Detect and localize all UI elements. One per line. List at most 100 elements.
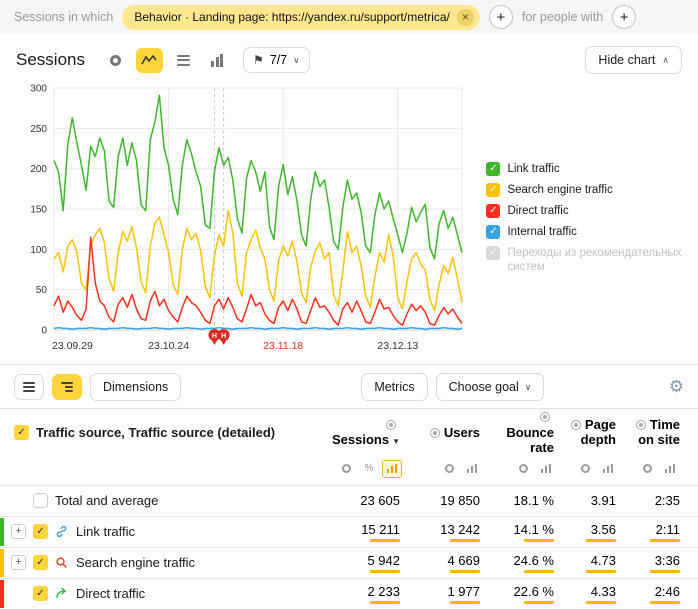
report-table: Dimensions Metrics Choose goal ∨ ⚙ ✓ Tra…: [0, 364, 698, 609]
metric-value: 15 211: [324, 522, 416, 542]
svg-text:150: 150: [30, 205, 47, 216]
column-header-sessions[interactable]: Sessions▼: [324, 417, 416, 448]
column-header-page-depth[interactable]: Page depth: [570, 417, 632, 448]
page-depth-display-toggles: [570, 460, 632, 478]
metric-value: 1 977: [416, 584, 496, 604]
expand-row-button[interactable]: +: [11, 555, 26, 570]
legend-checkbox[interactable]: ✓: [486, 183, 500, 197]
bars-toggle-icon[interactable]: [382, 460, 402, 478]
stacked-chart-type-button[interactable]: [170, 48, 197, 73]
row-color-strip: [0, 549, 4, 577]
column-header-bounce-rate[interactable]: Bounce rate: [496, 409, 570, 456]
hide-chart-button[interactable]: Hide chart ∧: [585, 46, 682, 74]
column-header-time-on-site[interactable]: Time on site: [632, 417, 698, 448]
chevron-up-icon: ∧: [662, 55, 669, 66]
chart-title: Sessions: [16, 50, 85, 70]
value-bar: [370, 570, 400, 573]
goals-flag-dropdown[interactable]: ⚑ 7/7 ∨: [243, 47, 310, 73]
line-chart-icon: [141, 54, 157, 67]
settings-gear-icon[interactable]: ⚙: [669, 377, 684, 397]
doughnut-toggle-icon[interactable]: [439, 460, 459, 478]
tree-view-button[interactable]: [52, 374, 82, 400]
legend-item-1[interactable]: ✓ Search engine traffic: [486, 183, 692, 197]
choose-goal-dropdown[interactable]: Choose goal ∨: [436, 373, 545, 401]
table-row-total[interactable]: Total and average 23 605 19 850 18.1 % 3…: [0, 485, 698, 516]
bounce-rate-display-toggles: [496, 460, 570, 478]
legend-checkbox[interactable]: ✓: [486, 162, 500, 176]
dimension-header[interactable]: Traffic source, Traffic source (detailed…: [36, 425, 275, 440]
column-header-users[interactable]: Users: [416, 425, 496, 441]
select-all-checkbox[interactable]: ✓: [14, 425, 29, 440]
metric-value: 3.56: [570, 522, 632, 542]
metric-value: 2 233: [324, 584, 416, 604]
value-bar: [450, 601, 480, 604]
doughnut-chart-type-button[interactable]: [102, 48, 129, 73]
sessions-in-which-label: Sessions in which: [14, 10, 113, 24]
tree-list-icon: [61, 382, 73, 392]
legend-checkbox[interactable]: ✓: [486, 204, 500, 218]
legend-item-2[interactable]: ✓ Direct traffic: [486, 204, 692, 218]
sessions-line-chart[interactable]: 05010015020025030023.09.2923.10.2423.11.…: [10, 78, 474, 360]
columns-chart-type-button[interactable]: [204, 48, 231, 73]
legend-item-3[interactable]: ✓Internal traffic: [486, 225, 692, 239]
table-row-search-engine-traffic[interactable]: +✓Search engine traffic5 9424 66924.6 %4…: [0, 547, 698, 578]
row-checkbox[interactable]: ✓: [33, 586, 48, 601]
metrics-button[interactable]: Metrics: [361, 373, 427, 401]
value-bar: [650, 570, 680, 573]
metric-target-icon: [386, 420, 396, 430]
legend-checkbox[interactable]: ✓: [486, 246, 500, 260]
filter-chip[interactable]: Behavior · Landing page: https://yandex.…: [122, 5, 480, 30]
row-label: Link traffic: [76, 524, 135, 539]
legend-item-0[interactable]: ✓Link traffic: [486, 162, 692, 176]
row-checkbox[interactable]: ✓: [33, 524, 48, 539]
percent-toggle-icon[interactable]: %: [359, 460, 379, 478]
total-users: 19 850: [416, 493, 496, 508]
dimensions-button[interactable]: Dimensions: [90, 373, 181, 401]
link-icon: [55, 525, 69, 538]
total-row-checkbox[interactable]: [33, 493, 48, 508]
row-color-strip: [0, 518, 4, 546]
line-chart-type-button[interactable]: [136, 48, 163, 73]
legend-item-4[interactable]: ✓Переходы из рекомендательных систем: [486, 246, 692, 274]
list-icon: [23, 382, 35, 392]
search-icon: [55, 556, 69, 569]
bars-toggle-icon[interactable]: [660, 460, 680, 478]
bars-toggle-icon[interactable]: [536, 460, 556, 478]
flat-view-button[interactable]: [14, 374, 44, 400]
table-row-link-traffic[interactable]: +✓Link traffic15 21113 24214.1 %3.562:11: [0, 516, 698, 547]
bars-toggle-icon[interactable]: [598, 460, 618, 478]
doughnut-toggle-icon[interactable]: [637, 460, 657, 478]
doughnut-toggle-icon[interactable]: [575, 460, 595, 478]
bars-toggle-icon[interactable]: [462, 460, 482, 478]
value-bar: [524, 539, 554, 542]
metric-target-icon: [636, 420, 646, 430]
legend-checkbox[interactable]: ✓: [486, 225, 500, 239]
row-checkbox[interactable]: ✓: [33, 555, 48, 570]
time-on-site-display-toggles: [632, 460, 698, 478]
choose-goal-label: Choose goal: [449, 380, 519, 394]
remove-filter-icon[interactable]: ×: [457, 9, 474, 26]
doughnut-icon: [110, 55, 121, 66]
metric-target-icon: [540, 412, 550, 422]
value-bar: [524, 570, 554, 573]
goals-flag-value: 7/7: [270, 53, 287, 67]
expand-row-button[interactable]: +: [11, 524, 26, 539]
hide-chart-label: Hide chart: [598, 53, 655, 67]
legend-label: Direct traffic: [507, 204, 568, 218]
chart-header: Sessions ⚑ 7/7 ∨ Hide chart ∧: [0, 34, 698, 78]
total-time-on-site: 2:35: [632, 493, 698, 508]
doughnut-toggle-icon[interactable]: [336, 460, 356, 478]
metric-value: 5 942: [324, 553, 416, 573]
sessions-display-toggles: %: [324, 460, 416, 478]
doughnut-toggle-icon[interactable]: [513, 460, 533, 478]
metric-display-toggles-row: %: [0, 456, 698, 485]
add-people-condition-button[interactable]: +: [612, 5, 636, 29]
table-row-direct-traffic[interactable]: +✓Direct traffic2 2331 97722.6 %4.332:46: [0, 578, 698, 609]
value-bar: [650, 539, 680, 542]
filter-bar: Sessions in which Behavior · Landing pag…: [0, 0, 698, 34]
row-label: Direct traffic: [76, 586, 145, 601]
metric-value: 14.1 %: [496, 522, 570, 542]
add-session-condition-button[interactable]: +: [489, 5, 513, 29]
legend-label: Search engine traffic: [507, 183, 612, 197]
yandex-metrica-report: Sessions in which Behavior · Landing pag…: [0, 0, 698, 609]
